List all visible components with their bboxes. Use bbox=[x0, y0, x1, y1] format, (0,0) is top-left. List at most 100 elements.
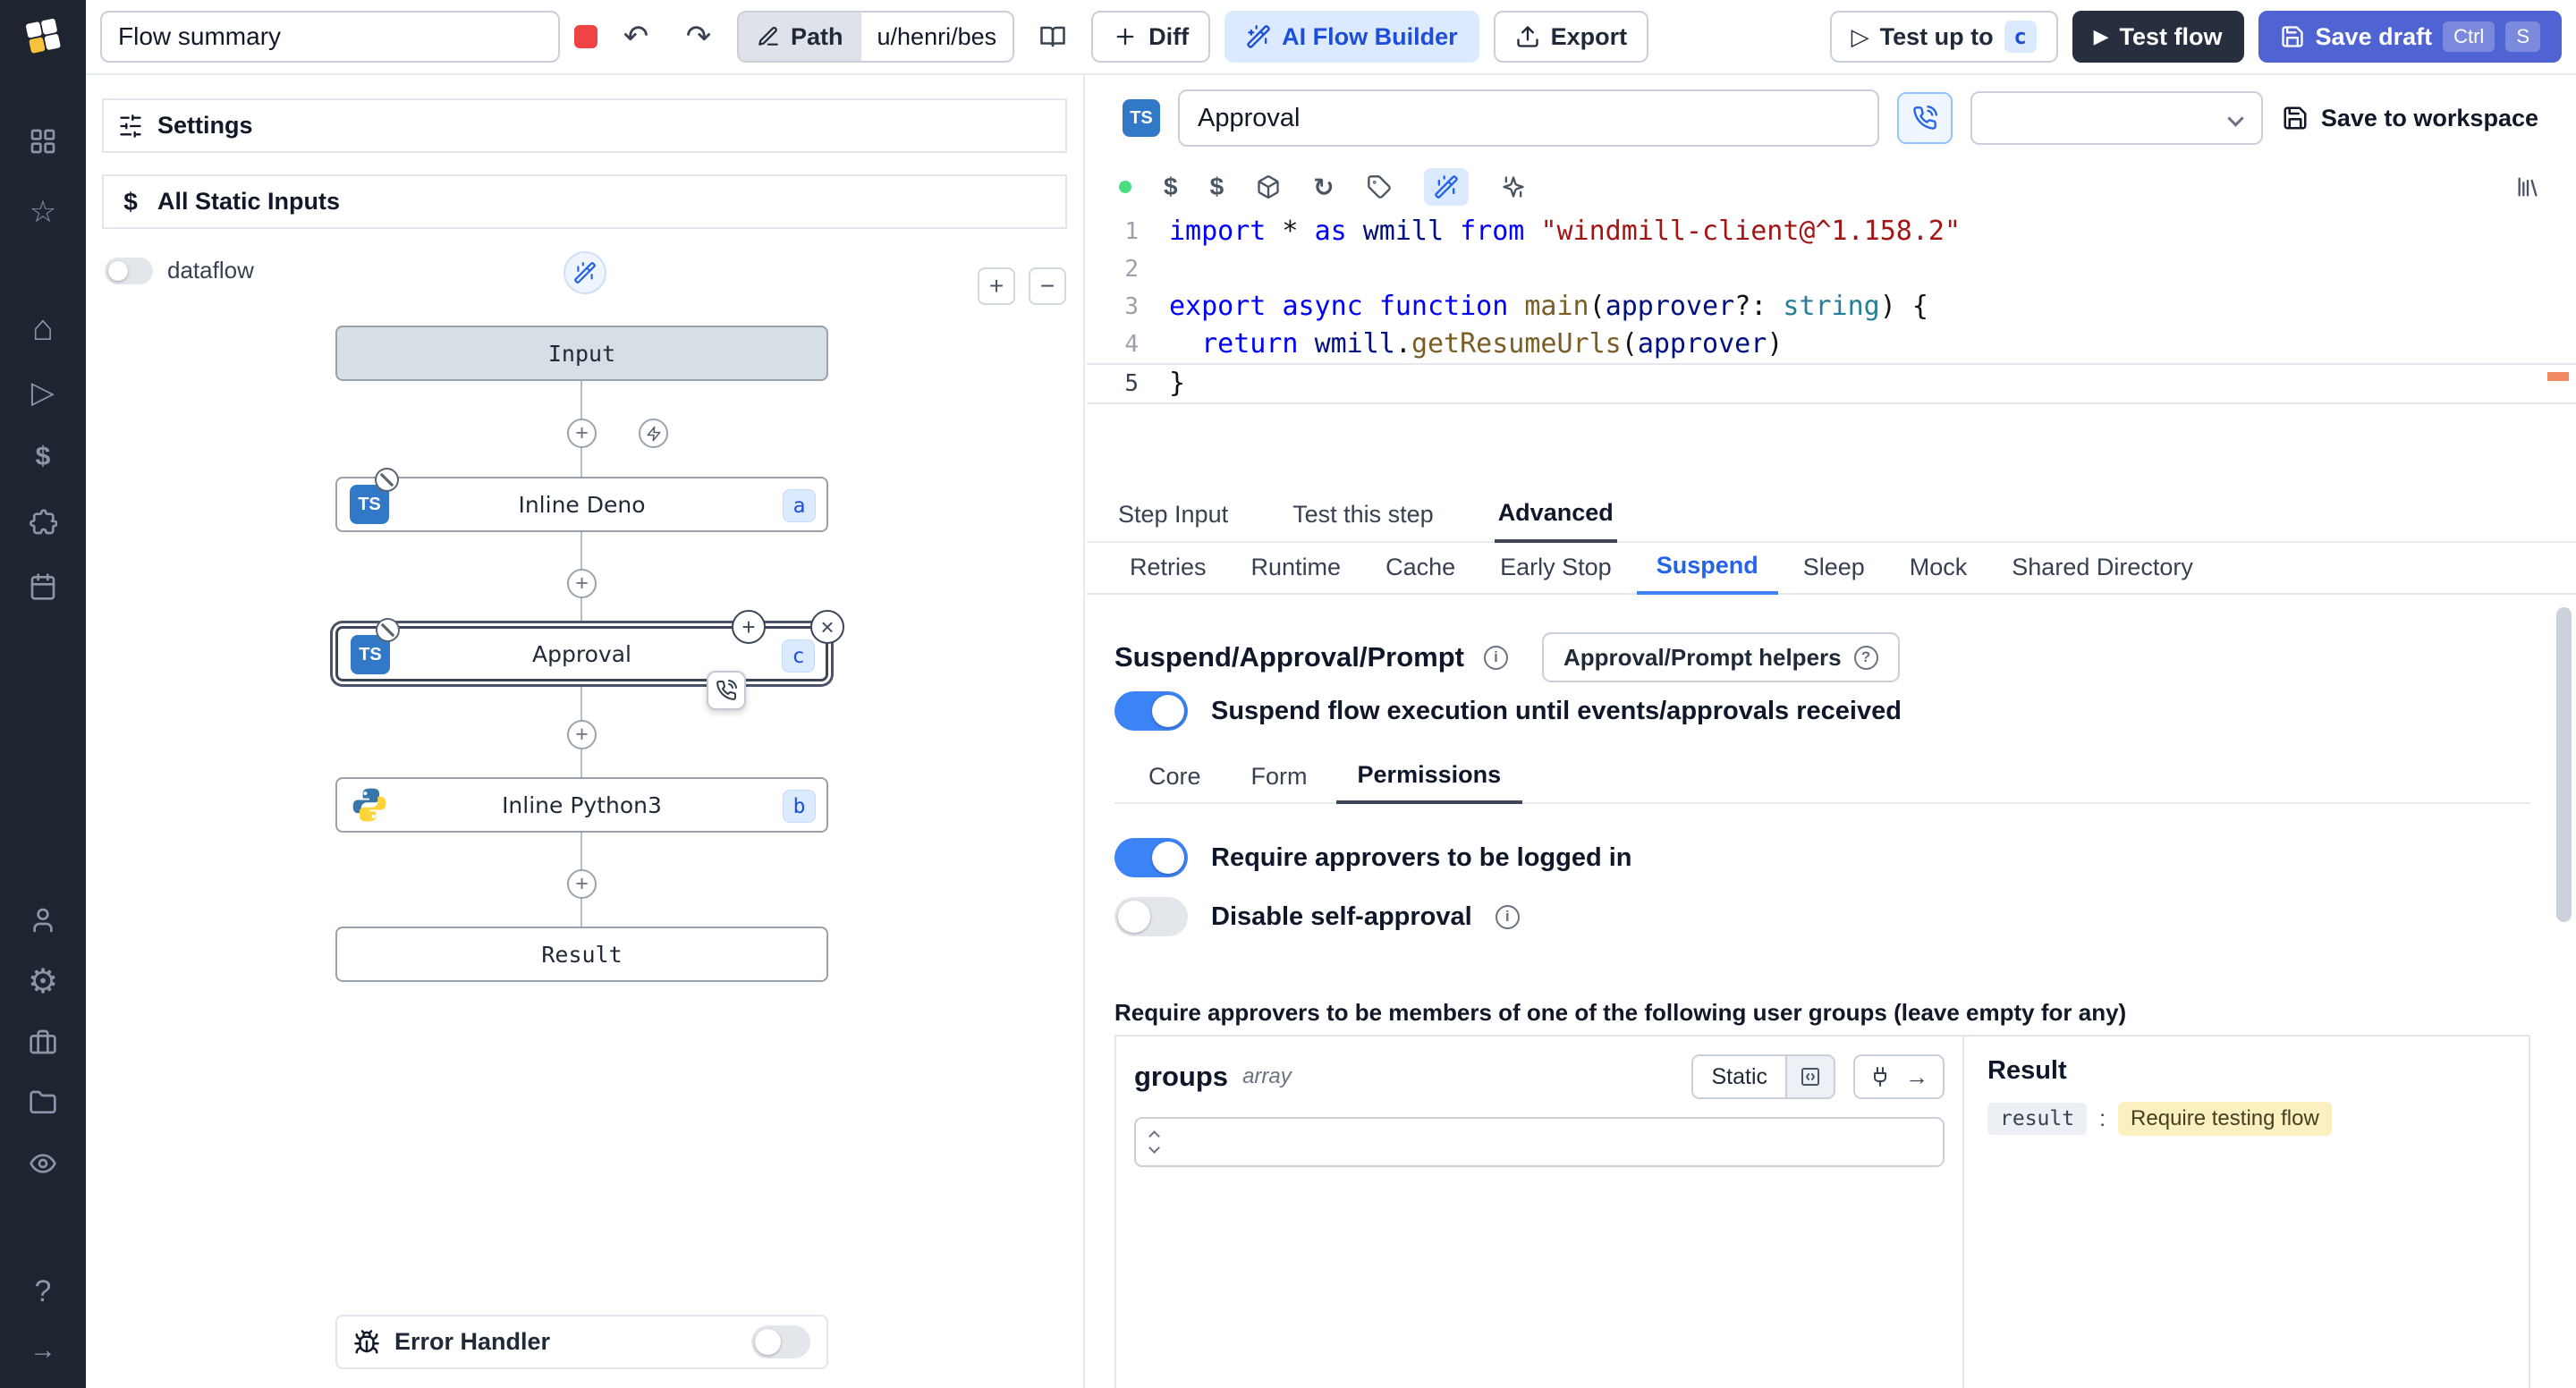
connect-input-buttons[interactable]: → bbox=[1853, 1054, 1945, 1099]
step-editor-panel: TS Save to workspace $ $ ↻ bbox=[1087, 75, 2576, 1388]
diff-button[interactable]: Diff bbox=[1091, 11, 1211, 63]
variable-picker-icon[interactable]: $ bbox=[1164, 173, 1178, 201]
step-name-input[interactable] bbox=[1178, 89, 1879, 147]
sidebar-item-apps[interactable] bbox=[0, 122, 86, 161]
tab-core[interactable]: Core bbox=[1127, 763, 1223, 802]
save-draft-button[interactable]: Save draft Ctrl S bbox=[2258, 11, 2562, 63]
book-icon bbox=[1040, 26, 1065, 47]
path-selector[interactable]: Path u/henri/bes bbox=[737, 11, 1015, 63]
javascript-mode-button[interactable] bbox=[1785, 1056, 1834, 1097]
add-step-button-1[interactable]: + bbox=[567, 419, 597, 448]
sidebar-item-home[interactable]: ⌂ bbox=[0, 309, 86, 348]
save-to-workspace-button[interactable]: Save to workspace bbox=[2282, 105, 2538, 132]
flow-node-inline-deno[interactable]: TS Inline Deno a bbox=[335, 468, 828, 532]
ai-step-wand-button[interactable] bbox=[564, 251, 606, 294]
tab-early-stop[interactable]: Early Stop bbox=[1480, 554, 1631, 593]
windmill-logo[interactable] bbox=[0, 16, 86, 55]
tab-mock[interactable]: Mock bbox=[1890, 554, 1987, 593]
field-type: array bbox=[1242, 1064, 1292, 1088]
dataflow-toggle[interactable] bbox=[105, 257, 153, 284]
zoom-out-button[interactable]: − bbox=[1029, 267, 1066, 305]
flow-summary-input[interactable] bbox=[100, 11, 560, 63]
code-editor[interactable]: 1 import * as wmill from "windmill-client… bbox=[1087, 213, 2576, 493]
zoom-in-button[interactable]: + bbox=[978, 267, 1015, 305]
sidebar-item-runs[interactable]: ▷ bbox=[0, 373, 86, 412]
ai-assistant-wand-button[interactable] bbox=[1423, 168, 1469, 206]
require-logged-in-toggle[interactable] bbox=[1114, 838, 1188, 877]
sidebar-item-variables[interactable]: $ bbox=[0, 437, 86, 477]
scrollbar-thumb[interactable] bbox=[2556, 607, 2572, 922]
sidebar-item-settings[interactable]: ⚙ bbox=[0, 961, 86, 1001]
sidebar-item-resources[interactable] bbox=[0, 503, 86, 542]
field-name: groups bbox=[1134, 1061, 1229, 1092]
permission-tabs: Core Form Permissions bbox=[1114, 752, 2530, 804]
export-label: Export bbox=[1550, 22, 1628, 50]
sidebar-collapse-button[interactable]: → bbox=[0, 1331, 86, 1370]
add-step-button-4[interactable]: + bbox=[567, 869, 597, 899]
step-header: TS Save to workspace bbox=[1087, 75, 2576, 161]
reset-icon[interactable]: ↻ bbox=[1313, 173, 1334, 202]
library-icon[interactable] bbox=[2515, 174, 2540, 199]
approval-prompt-helpers-button[interactable]: Approval/Prompt helpers ? bbox=[1541, 632, 1900, 682]
flow-node-input[interactable]: Input bbox=[335, 326, 828, 381]
ai-flow-builder-button[interactable]: AI Flow Builder bbox=[1224, 11, 1479, 63]
add-step-button-2[interactable]: + bbox=[567, 569, 597, 598]
tab-test-this-step[interactable]: Test this step bbox=[1289, 501, 1437, 541]
export-button[interactable]: Export bbox=[1493, 11, 1649, 63]
path-edit-segment[interactable]: Path bbox=[739, 13, 861, 61]
sidebar-item-folders[interactable] bbox=[0, 1083, 86, 1122]
suspend-toggle[interactable] bbox=[1114, 691, 1188, 731]
tab-retries[interactable]: Retries bbox=[1110, 554, 1226, 593]
tab-suspend[interactable]: Suspend bbox=[1636, 552, 1778, 595]
redo-button[interactable]: ↷ bbox=[674, 13, 723, 61]
error-handler-toggle[interactable] bbox=[751, 1325, 810, 1358]
sidebar-item-favorites[interactable]: ☆ bbox=[0, 192, 86, 232]
tab-sleep[interactable]: Sleep bbox=[1784, 554, 1885, 593]
sparkles-icon[interactable] bbox=[1501, 174, 1526, 199]
add-step-button-3[interactable]: + bbox=[567, 720, 597, 749]
suspend-step-button[interactable] bbox=[1897, 92, 1953, 144]
all-static-inputs-section[interactable]: $ All Static Inputs bbox=[102, 174, 1067, 229]
script-version-dropdown[interactable] bbox=[1970, 91, 2263, 145]
sidebar-item-users[interactable] bbox=[0, 901, 86, 940]
settings-section[interactable]: Settings bbox=[102, 98, 1067, 153]
resource-picker-icon[interactable]: $ bbox=[1210, 173, 1224, 201]
tab-step-input[interactable]: Step Input bbox=[1114, 501, 1232, 541]
add-trigger-button[interactable] bbox=[639, 419, 668, 448]
tab-form[interactable]: Form bbox=[1230, 763, 1329, 802]
static-mode-button[interactable]: Static bbox=[1693, 1056, 1785, 1097]
minus-icon: − bbox=[1039, 272, 1055, 300]
advanced-tabs: Retries Runtime Cache Early Stop Suspend… bbox=[1087, 543, 2576, 595]
undo-button[interactable]: ↶ bbox=[612, 13, 660, 61]
question-icon: ? bbox=[34, 1274, 52, 1308]
test-flow-button[interactable]: ▶ Test flow bbox=[2072, 11, 2244, 63]
tab-advanced[interactable]: Advanced bbox=[1494, 499, 1617, 543]
insert-step-above-button[interactable]: + bbox=[732, 610, 766, 644]
tab-permissions[interactable]: Permissions bbox=[1335, 761, 1523, 804]
test-up-to-button[interactable]: ▷ Test up to c bbox=[1829, 11, 2058, 63]
flow-node-inline-python3[interactable]: Inline Python3 b bbox=[335, 777, 828, 833]
test-up-to-label: Test up to bbox=[1879, 22, 1994, 50]
sidebar-item-audit-logs[interactable] bbox=[0, 1144, 86, 1183]
groups-combobox[interactable] bbox=[1134, 1117, 1945, 1167]
package-icon[interactable] bbox=[1256, 174, 1281, 199]
export-icon bbox=[1516, 26, 1538, 47]
sidebar-item-schedules[interactable] bbox=[0, 567, 86, 606]
tab-shared-directory[interactable]: Shared Directory bbox=[1992, 554, 2213, 593]
tab-runtime[interactable]: Runtime bbox=[1232, 554, 1361, 593]
play-outline-icon: ▷ bbox=[1851, 22, 1869, 50]
sidebar-item-help[interactable]: ? bbox=[0, 1272, 86, 1311]
skip-badge-icon bbox=[375, 468, 399, 492]
result-panel: Result result : Require testing flow bbox=[1964, 1037, 2529, 1388]
docs-button[interactable] bbox=[1029, 13, 1078, 61]
editor-toolbar: $ $ ↻ bbox=[1087, 161, 2576, 213]
error-handler-section[interactable]: Error Handler bbox=[335, 1315, 828, 1369]
delete-step-button[interactable]: × bbox=[810, 610, 844, 644]
sidebar-item-workers[interactable] bbox=[0, 1022, 86, 1062]
path-label: Path bbox=[791, 22, 843, 50]
flow-node-result[interactable]: Result bbox=[335, 927, 828, 982]
alert-indicator-icon bbox=[574, 25, 597, 48]
disable-self-approval-toggle[interactable] bbox=[1114, 897, 1188, 936]
format-tag-icon[interactable] bbox=[1367, 174, 1392, 199]
helpers-label: Approval/Prompt helpers bbox=[1563, 643, 1842, 671]
